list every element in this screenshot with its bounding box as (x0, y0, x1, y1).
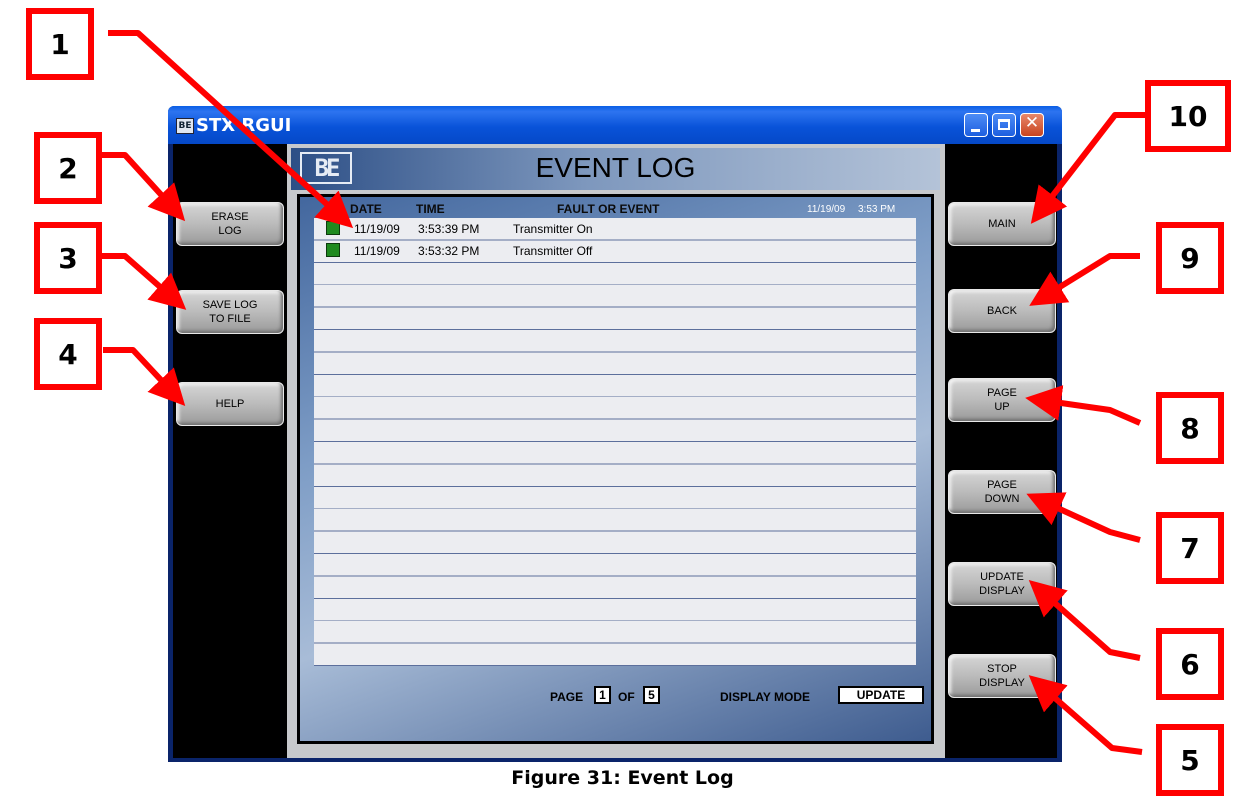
maximize-icon (998, 119, 1010, 130)
figure-caption: Figure 31: Event Log (511, 767, 734, 789)
title-bar[interactable]: BE STX RGUI ✕ (168, 106, 1062, 144)
page-title: EVENT LOG (535, 152, 696, 183)
minimize-button[interactable] (964, 113, 988, 137)
help-button[interactable]: HELP (176, 382, 284, 426)
page-total: 5 (643, 686, 660, 704)
callout-6: 6 (1156, 628, 1224, 700)
callout-arrow-4 (103, 347, 186, 406)
erase-log-button[interactable]: ERASE LOG (176, 202, 284, 246)
callout-9: 9 (1156, 222, 1224, 294)
page-down-button[interactable]: PAGE DOWN (948, 470, 1056, 514)
minimize-icon (971, 129, 980, 132)
header-panel: BE EVENT LOG (291, 148, 940, 190)
page-label: PAGE (550, 690, 584, 704)
callout-7: 7 (1156, 512, 1224, 584)
display-mode-label: DISPLAY MODE (720, 690, 811, 704)
event-description: Transmitter Off (513, 244, 593, 258)
callout-3: 3 (34, 222, 102, 294)
close-icon: ✕ (1024, 113, 1040, 133)
callout-1: 1 (26, 8, 94, 80)
app-window: BE STX RGUI ✕ ERASE LOG SAVE LOG TO FILE… (168, 106, 1062, 762)
stop-display-button[interactable]: STOP DISPLAY (948, 654, 1056, 698)
event-time: 3:53:39 PM (418, 222, 480, 236)
page-up-button[interactable]: PAGE UP (948, 378, 1056, 422)
status-indicator-icon (326, 243, 340, 257)
current-date: 11/19/09 (807, 204, 846, 215)
client-area: ERASE LOG SAVE LOG TO FILE HELP BE EVENT… (173, 144, 1057, 758)
column-header-fault: FAULT OR EVENT (557, 202, 660, 216)
display-mode-value: UPDATE (838, 686, 924, 704)
main-button[interactable]: MAIN (948, 202, 1056, 246)
save-log-to-file-button[interactable]: SAVE LOG TO FILE (176, 290, 284, 334)
callout-8: 8 (1156, 392, 1224, 464)
close-button[interactable]: ✕ (1020, 113, 1044, 137)
list-item[interactable]: 11/19/09 3:53:39 PM Transmitter On (314, 218, 916, 240)
column-header-time: TIME (416, 202, 445, 216)
callout-arrow-2 (95, 152, 186, 222)
event-time: 3:53:32 PM (418, 244, 480, 258)
event-log-panel: DATE TIME FAULT OR EVENT 11/19/09 3:53 P… (297, 194, 934, 744)
event-description: Transmitter On (513, 222, 593, 236)
back-button[interactable]: BACK (948, 289, 1056, 333)
event-list[interactable]: 11/19/09 3:53:39 PM Transmitter On 11/19… (314, 218, 916, 666)
status-indicator-icon (326, 221, 340, 235)
column-header-date: DATE (350, 202, 382, 216)
callout-arrow-3 (95, 253, 187, 310)
update-display-button[interactable]: UPDATE DISPLAY (948, 562, 1056, 606)
callout-10: 10 (1145, 80, 1231, 152)
window-title: STX RGUI (196, 115, 292, 136)
list-item[interactable]: 11/19/09 3:53:32 PM Transmitter Off (314, 240, 916, 262)
app-logo-icon: BE (176, 118, 194, 134)
event-date: 11/19/09 (354, 222, 400, 236)
event-date: 11/19/09 (354, 244, 400, 258)
main-panel: BE EVENT LOG DATE TIME FAULT OR EVENT 11… (287, 144, 945, 758)
current-time: 3:53 PM (858, 204, 896, 215)
callout-2: 2 (34, 132, 102, 204)
maximize-button[interactable] (992, 113, 1016, 137)
of-label: OF (618, 690, 635, 704)
callout-4: 4 (34, 318, 102, 390)
page-current: 1 (594, 686, 611, 704)
